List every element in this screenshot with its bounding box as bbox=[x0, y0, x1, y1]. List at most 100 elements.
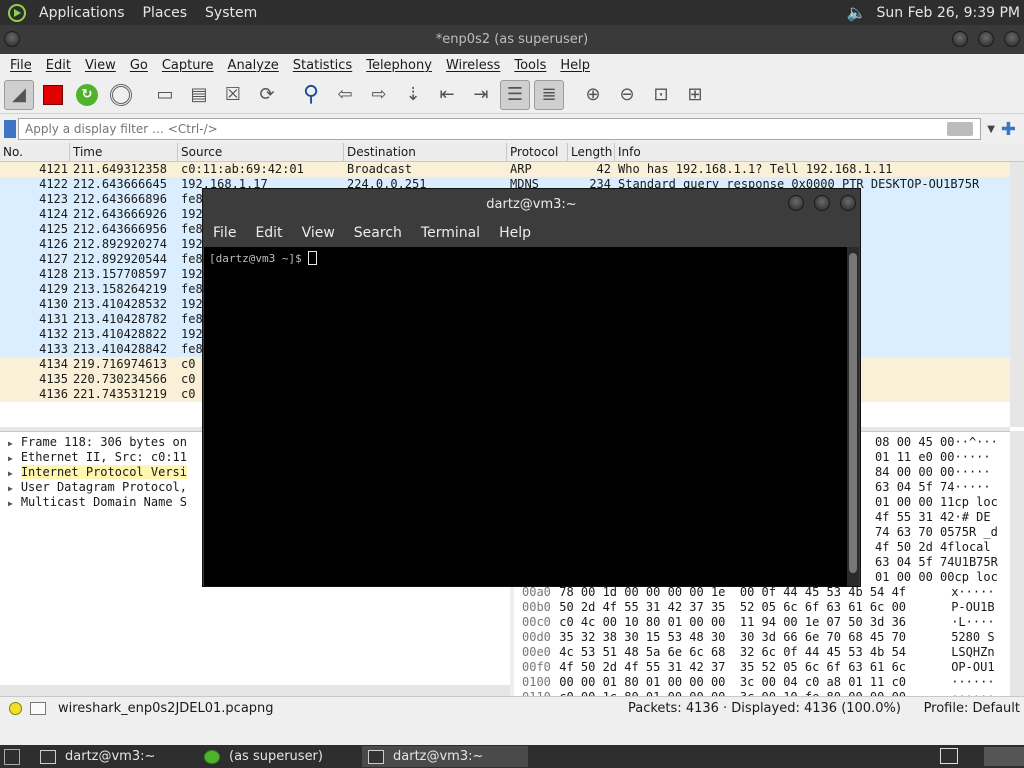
packet-list-vscrollbar[interactable] bbox=[1010, 162, 1024, 427]
go-last-packet-icon[interactable]: ⇥ bbox=[466, 80, 496, 110]
column-source[interactable]: Source bbox=[178, 143, 344, 161]
column-protocol[interactable]: Protocol bbox=[507, 143, 568, 161]
go-back-icon[interactable]: ⇦ bbox=[330, 80, 360, 110]
expand-triangle-icon[interactable]: ▶ bbox=[8, 439, 13, 448]
terminal-titlebar[interactable]: dartz@vm3:~ bbox=[203, 189, 860, 219]
show-desktop-icon[interactable] bbox=[4, 748, 20, 765]
terminal-screen[interactable]: [dartz@vm3 ~]$ bbox=[204, 247, 848, 586]
bytes-row[interactable]: 00d0 35 32 38 30 15 53 48 30 30 3d 66 6e … bbox=[514, 630, 1010, 645]
reload-file-icon[interactable]: ⟳ bbox=[252, 80, 282, 110]
restart-fin-icon: ↻ bbox=[76, 83, 98, 106]
expand-triangle-icon[interactable]: ▶ bbox=[8, 499, 13, 508]
distro-logo-icon[interactable] bbox=[8, 3, 26, 22]
task-wireshark[interactable]: (as superuser) bbox=[198, 746, 358, 767]
clock[interactable]: Sun Feb 26, 9:39 PM bbox=[877, 5, 1020, 21]
terminal-window[interactable]: dartz@vm3:~ File Edit View Search Termin… bbox=[202, 188, 861, 587]
column-time[interactable]: Time bbox=[70, 143, 178, 161]
find-packet-search-icon[interactable]: ⚲ bbox=[296, 80, 326, 110]
terminal-menu-help[interactable]: Help bbox=[492, 225, 538, 241]
task-terminal-2[interactable]: dartz@vm3:~ bbox=[362, 746, 528, 767]
volume-icon[interactable]: 🔈 bbox=[847, 3, 867, 22]
terminal-menu-terminal[interactable]: Terminal bbox=[414, 225, 487, 241]
column-no[interactable]: No. bbox=[0, 143, 70, 161]
menu-tools[interactable]: Tools bbox=[507, 58, 553, 73]
apply-filter-arrow-icon[interactable] bbox=[947, 122, 974, 136]
terminal-menu-edit[interactable]: Edit bbox=[248, 225, 289, 241]
stop-capture-button[interactable] bbox=[38, 80, 68, 110]
terminal-menu-view[interactable]: View bbox=[295, 225, 342, 241]
workspace-2-icon[interactable] bbox=[984, 747, 1024, 766]
system-menu[interactable]: System bbox=[196, 5, 266, 21]
cell-time: 219.716974613 bbox=[73, 357, 167, 371]
cell-time: 213.410428782 bbox=[73, 312, 167, 326]
zoom-in-icon[interactable]: ⊕ bbox=[578, 80, 608, 110]
resize-columns-icon[interactable]: ⊞ bbox=[680, 80, 710, 110]
capture-options-button[interactable] bbox=[106, 80, 136, 110]
terminal-close-button[interactable] bbox=[840, 195, 856, 211]
menu-capture[interactable]: Capture bbox=[155, 58, 221, 73]
menu-telephony[interactable]: Telephony bbox=[359, 58, 439, 73]
go-first-packet-icon[interactable]: ⇤ bbox=[432, 80, 462, 110]
terminal-icon bbox=[368, 749, 384, 764]
capture-comment-icon[interactable] bbox=[30, 702, 46, 715]
expert-info-led-icon[interactable] bbox=[9, 702, 22, 715]
filter-bookmark-icon[interactable] bbox=[4, 120, 16, 138]
menu-analyze[interactable]: Analyze bbox=[221, 58, 286, 73]
terminal-menu-file[interactable]: File bbox=[206, 225, 243, 241]
display-filter-input[interactable] bbox=[18, 118, 982, 140]
bytes-row[interactable]: 00a0 78 00 1d 00 00 00 00 1e 00 0f 44 45 … bbox=[514, 585, 1010, 600]
terminal-minimize-button[interactable] bbox=[788, 195, 804, 211]
bytes-row[interactable]: 00b0 50 2d 4f 55 31 42 37 35 52 05 6c 6f … bbox=[514, 600, 1010, 615]
colorize-icon[interactable]: ≣ bbox=[534, 79, 564, 110]
status-profile[interactable]: Profile: Default bbox=[903, 701, 1024, 716]
add-filter-button-plus-icon[interactable]: ✚ bbox=[1001, 119, 1016, 140]
menu-help[interactable]: Help bbox=[553, 58, 597, 73]
window-menu-button[interactable] bbox=[4, 31, 20, 47]
task-label: dartz@vm3:~ bbox=[393, 749, 484, 764]
expand-triangle-icon[interactable]: ▶ bbox=[8, 484, 13, 493]
minimize-button[interactable] bbox=[952, 31, 968, 47]
bytes-row[interactable]: 0100 00 00 01 80 01 00 00 00 3c 00 04 c0 … bbox=[514, 675, 1010, 690]
bytes-vscrollbar[interactable] bbox=[1010, 431, 1024, 696]
column-destination[interactable]: Destination bbox=[344, 143, 507, 161]
column-length[interactable]: Length bbox=[568, 143, 615, 161]
bytes-hex: c0 4c 00 10 80 01 00 00 11 94 00 1e 07 5… bbox=[559, 615, 907, 629]
close-button[interactable] bbox=[1004, 31, 1020, 47]
bytes-row[interactable]: 00e0 4c 53 51 48 5a 6e 6c 68 32 6c 0f 44 … bbox=[514, 645, 1010, 660]
table-row[interactable]: 4121 211.649312358 c0:11:ab:69:42:01 Broadc… bbox=[0, 162, 1024, 177]
menu-edit[interactable]: Edit bbox=[39, 58, 78, 73]
terminal-scroll-thumb[interactable] bbox=[849, 253, 857, 573]
terminal-scrollbar[interactable] bbox=[847, 247, 859, 586]
column-info[interactable]: Info bbox=[615, 143, 1024, 161]
expand-triangle-icon[interactable]: ▶ bbox=[8, 469, 13, 478]
bytes-row[interactable]: 00c0 c0 4c 00 10 80 01 00 00 11 94 00 1e … bbox=[514, 615, 1010, 630]
go-forward-icon[interactable]: ⇨ bbox=[364, 80, 394, 110]
task-terminal-1[interactable]: dartz@vm3:~ bbox=[34, 746, 194, 767]
workspace-1-icon[interactable] bbox=[940, 748, 958, 764]
bytes-row[interactable]: 00f0 4f 50 2d 4f 55 31 42 37 35 52 05 6c … bbox=[514, 660, 1010, 675]
menu-go[interactable]: Go bbox=[123, 58, 155, 73]
menu-statistics[interactable]: Statistics bbox=[286, 58, 359, 73]
window-title: *enp0s2 (as superuser) bbox=[435, 32, 589, 47]
start-capture-fin-icon[interactable]: ◢ bbox=[4, 79, 34, 110]
zoom-out-icon[interactable]: ⊖ bbox=[612, 80, 642, 110]
status-bar: wireshark_enp0s2JDEL01.pcapng Packets: 4… bbox=[0, 696, 1024, 720]
places-menu[interactable]: Places bbox=[134, 5, 197, 21]
menu-file[interactable]: File bbox=[3, 58, 39, 73]
save-file-icon[interactable]: ▤ bbox=[184, 80, 214, 110]
menu-view[interactable]: View bbox=[78, 58, 123, 73]
menu-wireless[interactable]: Wireless bbox=[439, 58, 507, 73]
maximize-button[interactable] bbox=[978, 31, 994, 47]
normal-size-icon[interactable]: ⊡ bbox=[646, 80, 676, 110]
restart-capture-button[interactable]: ↻ bbox=[72, 80, 102, 110]
open-file-icon[interactable]: ▭ bbox=[150, 80, 180, 110]
applications-menu[interactable]: Applications bbox=[30, 5, 134, 21]
autoscroll-icon[interactable]: ☰ bbox=[500, 79, 530, 110]
expand-triangle-icon[interactable]: ▶ bbox=[8, 454, 13, 463]
close-file-icon[interactable]: ☒ bbox=[218, 80, 248, 110]
go-to-packet-icon[interactable]: ⇣ bbox=[398, 80, 428, 110]
terminal-maximize-button[interactable] bbox=[814, 195, 830, 211]
terminal-menu-search[interactable]: Search bbox=[347, 225, 409, 241]
wireshark-titlebar[interactable]: *enp0s2 (as superuser) bbox=[0, 25, 1024, 54]
filter-history-chevron-down-icon[interactable]: ▼ bbox=[987, 124, 995, 135]
